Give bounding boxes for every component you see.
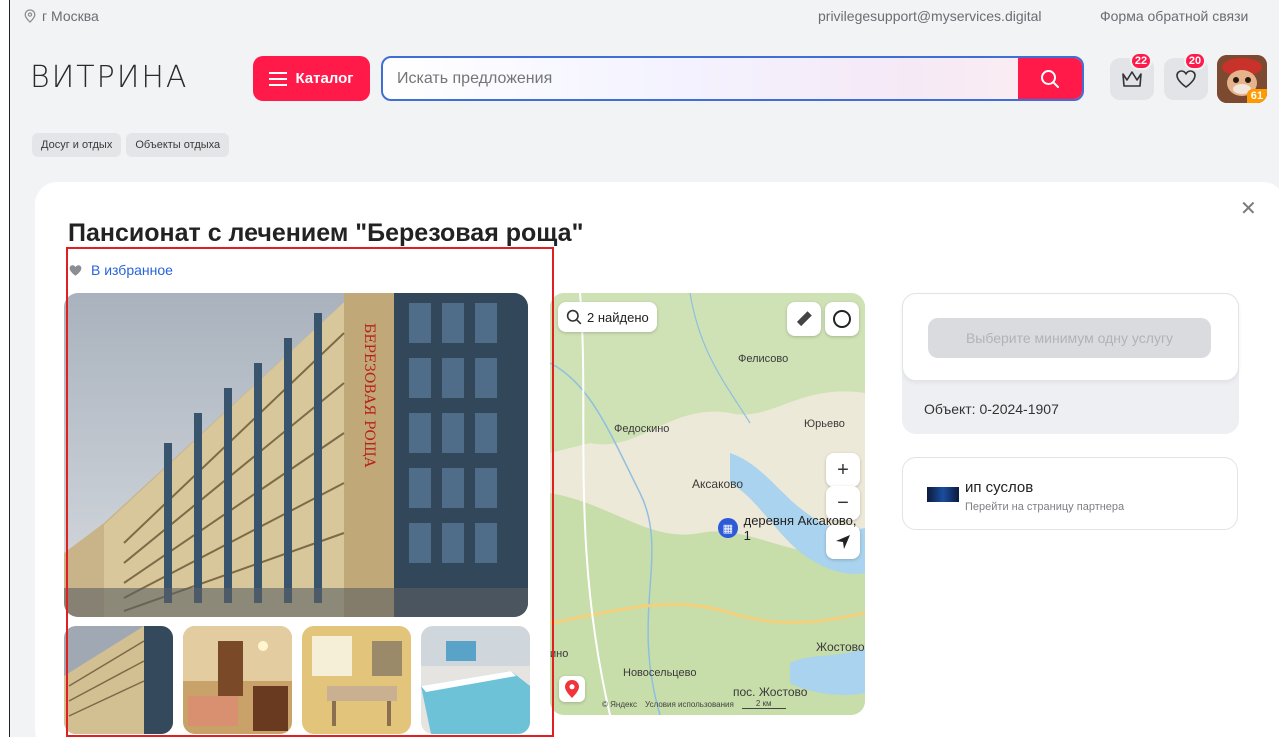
search-button[interactable] [1018, 58, 1082, 99]
ruler-button[interactable] [787, 302, 821, 336]
zoom-in-button[interactable]: + [826, 453, 860, 487]
cart-button[interactable]: 22 [1110, 52, 1154, 100]
thumbnail-3[interactable] [302, 626, 411, 734]
heart-icon [1176, 70, 1196, 88]
map-place-label: Федоскино [614, 423, 670, 435]
thumbnail-treatment-room [302, 626, 411, 734]
building-sign-text: БЕРЕЗОВАЯ РОЩА [361, 323, 377, 468]
menu-icon [269, 71, 288, 86]
red-pin-icon [565, 680, 579, 698]
partner-page-link[interactable]: Перейти на страницу партнера [965, 501, 1124, 513]
map-found-label: 2 найдено [587, 309, 649, 325]
page-title: Пансионат с лечением "Березовая роща" [68, 219, 584, 247]
map-terms-link[interactable]: Условия использования [645, 700, 734, 709]
thumbnail-strip [64, 626, 530, 734]
breadcrumb-item-leisure[interactable]: Досуг и отдых [32, 133, 122, 157]
top-bar: г Москва privilegesupport@myservices.dig… [10, 0, 1279, 34]
thumbnail-room [183, 626, 292, 734]
favorites-button[interactable]: 20 [1164, 52, 1208, 100]
heart-filled-icon [69, 264, 82, 276]
search-icon [1041, 69, 1059, 88]
close-icon[interactable]: ✕ [1240, 196, 1257, 221]
photo-gallery: БЕРЕЗОВАЯ РОЩА [64, 293, 530, 734]
add-to-favorites-button[interactable]: В избранное [68, 262, 173, 278]
thumbnail-building [64, 626, 173, 734]
map-search-results[interactable]: 2 найдено [558, 302, 657, 332]
feedback-link[interactable]: Форма обратной связи [1100, 8, 1248, 24]
thumbnail-2[interactable] [183, 626, 292, 734]
breadcrumb-item-recreation[interactable]: Объекты отдыха [126, 133, 230, 157]
map-place-label: Аксаково [692, 477, 744, 491]
map-footer: © Яндекс Условия использования 2 км [602, 699, 786, 709]
map-place-label: Жостово [816, 640, 865, 654]
service-panel: Выберите минимум одну услугу Объект: 0-2… [902, 293, 1239, 434]
service-selector: Выберите минимум одну услугу [902, 293, 1239, 381]
cart-count-badge: 22 [1130, 52, 1152, 70]
map-place-label: Новосельцево [623, 667, 697, 679]
main-photo[interactable]: БЕРЕЗОВАЯ РОЩА [64, 293, 528, 617]
user-avatar[interactable]: 61 [1217, 55, 1267, 103]
map-place-label: Юрьево [804, 418, 845, 430]
zoom-out-icon: − [837, 491, 849, 514]
logo[interactable]: ВИТРИНА [30, 60, 188, 95]
location-map[interactable]: 2 найдено + − Фелисово Федоскино Юрьево … [550, 293, 865, 715]
search-icon [566, 309, 582, 325]
favorites-label[interactable]: В избранное [91, 262, 173, 278]
yandex-copyright[interactable]: © Яндекс [602, 700, 637, 709]
location-icon [24, 9, 36, 23]
zoom-in-icon: + [837, 458, 849, 481]
map-marker[interactable]: ▦ деревня Аксаково, 1 [718, 513, 865, 543]
map-place-label: Фелисово [738, 353, 789, 365]
city-selector[interactable]: г Москва [24, 8, 99, 24]
traffic-layer-button[interactable] [825, 302, 859, 336]
catalog-button[interactable]: Каталог [253, 56, 370, 101]
offer-card: ✕ Пансионат с лечением "Березовая роща" … [35, 182, 1279, 737]
ruler-icon [796, 311, 812, 327]
map-pin-button[interactable] [559, 676, 585, 702]
choose-service-button[interactable]: Выберите минимум одну услугу [928, 318, 1211, 358]
circle-layer-icon [833, 310, 851, 328]
favorites-count-badge: 20 [1184, 52, 1206, 70]
search-bar [381, 56, 1084, 101]
support-email-link[interactable]: privilegesupport@myservices.digital [818, 8, 1042, 24]
building-photo: БЕРЕЗОВАЯ РОЩА [64, 293, 528, 617]
map-marker-label: деревня Аксаково, 1 [743, 513, 857, 543]
partner-logo [927, 487, 959, 502]
map-scale: 2 км [741, 699, 786, 709]
map-place-label: ино [550, 648, 569, 660]
building-marker-icon: ▦ [718, 518, 738, 538]
crown-icon [1122, 71, 1142, 87]
catalog-label: Каталог [295, 70, 354, 87]
map-place-label: пос. Жостово [733, 685, 808, 699]
page-frame: г Москва privilegesupport@myservices.dig… [9, 0, 1279, 737]
thumbnail-1[interactable] [64, 626, 173, 734]
object-id: Объект: 0-2024-1907 [924, 401, 1059, 417]
avatar-level-badge: 61 [1246, 89, 1267, 103]
partner-name: ип суслов [965, 479, 1034, 496]
breadcrumb: Досуг и отдых Объекты отдыха [32, 133, 230, 157]
thumbnail-4[interactable] [421, 626, 530, 734]
thumbnail-bath [421, 626, 530, 734]
search-input[interactable] [397, 58, 1017, 99]
partner-card[interactable]: ип суслов Перейти на страницу партнера [902, 457, 1238, 530]
city-label[interactable]: г Москва [42, 8, 99, 24]
